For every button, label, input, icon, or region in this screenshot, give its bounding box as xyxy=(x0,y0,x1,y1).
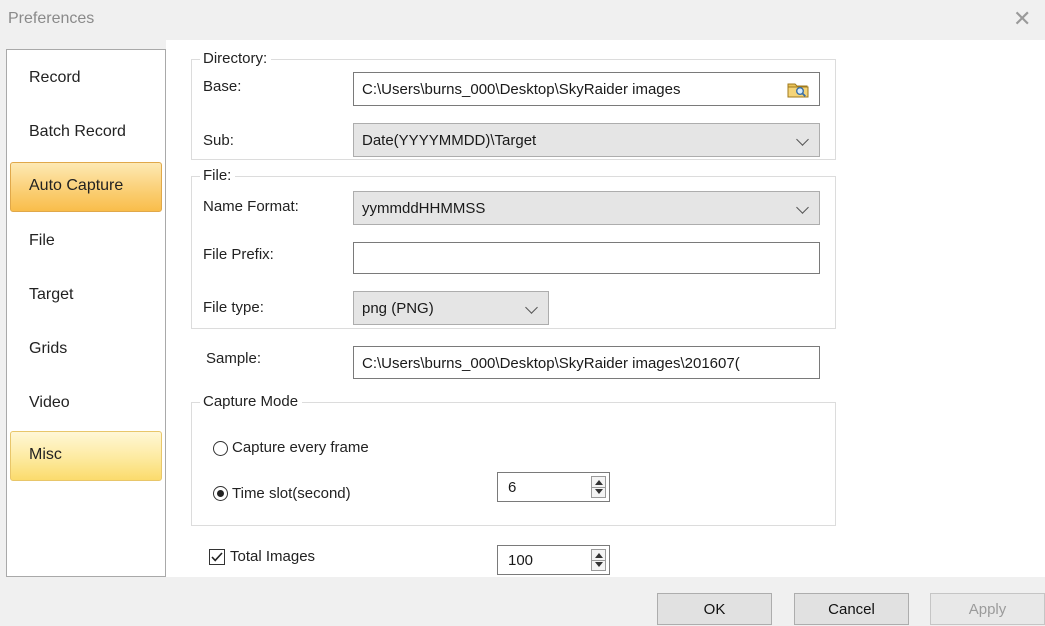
sub-directory-select[interactable]: Date(YYYYMMDD)\Target xyxy=(353,123,820,157)
sample-label: Sample: xyxy=(206,350,262,367)
sub-label: Sub: xyxy=(203,132,234,149)
sidebar-item-target[interactable]: Target xyxy=(10,270,162,320)
browse-folder-icon[interactable] xyxy=(787,79,809,99)
capture-every-frame-label[interactable]: Capture every frame xyxy=(232,439,369,456)
file-prefix-input[interactable] xyxy=(353,242,820,274)
apply-button[interactable]: Apply xyxy=(930,593,1045,625)
base-label: Base: xyxy=(203,78,242,95)
window-title: Preferences xyxy=(8,10,95,27)
time-slot-label[interactable]: Time slot(second) xyxy=(232,485,351,502)
time-slot-spinner[interactable]: 6 xyxy=(497,472,610,502)
file-legend: File: xyxy=(200,167,236,184)
sidebar-item-file[interactable]: File xyxy=(10,216,162,266)
capture-mode-group xyxy=(191,402,836,526)
base-directory-value: C:\Users\burns_000\Desktop\SkyRaider ima… xyxy=(362,81,681,98)
total-images-spinner[interactable]: 100 xyxy=(497,545,610,575)
sidebar-item-grids[interactable]: Grids xyxy=(10,324,162,374)
sub-directory-value: Date(YYYYMMDD)\Target xyxy=(362,132,537,149)
checkmark-icon xyxy=(211,552,223,562)
sidebar-item-misc[interactable]: Misc xyxy=(10,431,162,481)
sidebar-item-auto-capture[interactable]: Auto Capture xyxy=(10,162,162,212)
spinner-arrows-icon[interactable] xyxy=(591,476,606,498)
name-format-value: yymmddHHMMSS xyxy=(362,200,486,217)
total-images-label[interactable]: Total Images xyxy=(230,548,315,565)
sidebar-item-record[interactable]: Record xyxy=(10,53,162,103)
file-type-label: File type: xyxy=(203,299,264,316)
sidebar: Record Batch Record Auto Capture File Ta… xyxy=(6,49,166,577)
time-slot-radio[interactable] xyxy=(213,486,228,501)
sidebar-item-batch-record[interactable]: Batch Record xyxy=(10,107,162,157)
cancel-button[interactable]: Cancel xyxy=(794,593,909,625)
total-images-checkbox[interactable] xyxy=(209,549,225,565)
file-prefix-label: File Prefix: xyxy=(203,246,274,263)
name-format-label: Name Format: xyxy=(203,198,299,215)
file-type-select[interactable]: png (PNG) xyxy=(353,291,549,325)
directory-legend: Directory: xyxy=(200,50,272,67)
settings-panel: Directory: Base: C:\Users\burns_000\Desk… xyxy=(166,40,1045,577)
capture-every-frame-radio[interactable] xyxy=(213,441,228,456)
base-directory-field[interactable]: C:\Users\burns_000\Desktop\SkyRaider ima… xyxy=(353,72,820,106)
name-format-select[interactable]: yymmddHHMMSS xyxy=(353,191,820,225)
sidebar-item-video[interactable]: Video xyxy=(10,378,162,428)
spinner-arrows-icon[interactable] xyxy=(591,549,606,571)
ok-button[interactable]: OK xyxy=(657,593,772,625)
time-slot-value: 6 xyxy=(508,479,517,496)
file-type-value: png (PNG) xyxy=(362,300,434,317)
sample-value: C:\Users\burns_000\Desktop\SkyRaider ima… xyxy=(362,355,740,372)
total-images-value: 100 xyxy=(508,552,534,569)
sample-field: C:\Users\burns_000\Desktop\SkyRaider ima… xyxy=(353,346,820,379)
close-icon[interactable]: ✕ xyxy=(1013,8,1031,30)
capture-mode-legend: Capture Mode xyxy=(200,393,303,410)
